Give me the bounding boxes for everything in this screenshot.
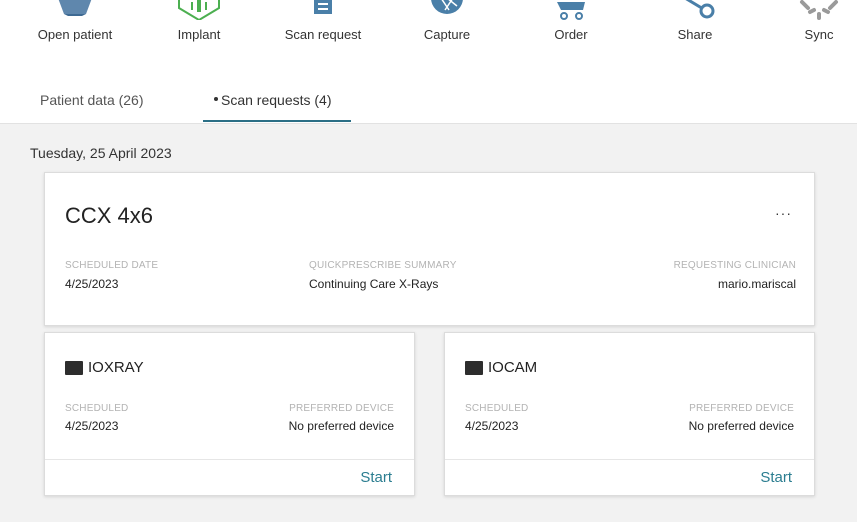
active-tab-dot-icon bbox=[214, 97, 218, 102]
requesting-clinician-value: mario.mariscal bbox=[717, 277, 796, 291]
start-ioxray-button[interactable]: Start bbox=[360, 469, 392, 486]
capture-button[interactable]: Capture bbox=[392, 0, 502, 60]
tab-bar: Patient data (26) Scan requests (4) bbox=[0, 60, 857, 124]
share-button[interactable]: Share bbox=[640, 0, 750, 60]
quickprescribe-summary-value: Continuing Care X-Rays bbox=[309, 277, 439, 291]
scheduled-date-value: 4/25/2023 bbox=[65, 277, 119, 291]
aperture-icon bbox=[427, 0, 467, 21]
cart-icon bbox=[553, 0, 589, 25]
scheduled-value: 4/25/2023 bbox=[465, 419, 519, 433]
tab-patient-data-label: Patient data (26) bbox=[40, 92, 144, 108]
preferred-device-value: No preferred device bbox=[688, 419, 794, 433]
sync-label: Sync bbox=[804, 27, 834, 42]
preferred-device-label: PREFERRED DEVICE bbox=[289, 403, 394, 414]
scheduled-label: SCHEDULED bbox=[465, 403, 529, 414]
preferred-device-label: PREFERRED DEVICE bbox=[689, 403, 794, 414]
device-card-ioxray: IOXRAY SCHEDULED 4/25/2023 PREFERRED DEV… bbox=[44, 332, 415, 496]
device-card-iocam: IOCAM SCHEDULED 4/25/2023 PREFERRED DEVI… bbox=[444, 332, 815, 496]
scan-requests-panel: Tuesday, 25 April 2023 CCX 4x6 ··· SCHED… bbox=[0, 124, 857, 522]
device-name: IOCAM bbox=[488, 359, 538, 376]
scan-request-label: Scan request bbox=[284, 27, 362, 42]
implant-label: Implant bbox=[177, 27, 221, 42]
open-patient-button[interactable]: Open patient bbox=[20, 0, 130, 60]
implant-button[interactable]: Implant bbox=[144, 0, 254, 60]
tab-scan-requests-label: Scan requests (4) bbox=[221, 92, 332, 108]
quickprescribe-summary-label: QUICKPRESCRIBE SUMMARY bbox=[309, 260, 457, 271]
tab-scan-requests[interactable]: Scan requests (4) bbox=[214, 92, 332, 120]
open-patient-label: Open patient bbox=[37, 27, 113, 42]
sync-button[interactable]: Sync bbox=[764, 0, 857, 60]
share-label: Share bbox=[677, 27, 713, 42]
scan-request-title: CCX 4x6 bbox=[65, 203, 154, 228]
toolbar: Open patient Implant Scan request Captur… bbox=[0, 0, 857, 60]
preferred-device-value: No preferred device bbox=[288, 419, 394, 433]
intraoral-camera-icon bbox=[465, 360, 483, 375]
scheduled-label: SCHEDULED bbox=[65, 403, 129, 414]
divider bbox=[45, 459, 414, 460]
document-icon bbox=[311, 0, 335, 21]
date-heading: Tuesday, 25 April 2023 bbox=[30, 145, 172, 161]
scan-request-card[interactable]: CCX 4x6 ··· SCHEDULED DATE 4/25/2023 QUI… bbox=[44, 172, 815, 326]
device-name: IOXRAY bbox=[88, 359, 144, 376]
tab-patient-data[interactable]: Patient data (26) bbox=[40, 92, 144, 120]
implant-icon bbox=[177, 0, 221, 25]
requesting-clinician-label: REQUESTING CLINICIAN bbox=[673, 260, 796, 271]
active-tab-indicator bbox=[203, 120, 351, 122]
start-iocam-button[interactable]: Start bbox=[760, 469, 792, 486]
capture-label: Capture bbox=[423, 27, 471, 42]
folder-icon bbox=[54, 0, 96, 21]
more-options-button[interactable]: ··· bbox=[775, 205, 792, 221]
scheduled-date-label: SCHEDULED DATE bbox=[65, 260, 159, 271]
scan-request-button[interactable]: Scan request bbox=[268, 0, 378, 60]
scheduled-value: 4/25/2023 bbox=[65, 419, 119, 433]
sync-spinner-icon bbox=[794, 0, 844, 25]
divider bbox=[445, 459, 814, 460]
xray-sensor-icon bbox=[65, 360, 83, 375]
order-label: Order bbox=[554, 27, 588, 42]
device-title: IOCAM bbox=[465, 359, 537, 376]
device-title: IOXRAY bbox=[65, 359, 144, 376]
order-button[interactable]: Order bbox=[516, 0, 626, 60]
share-icon bbox=[675, 0, 715, 25]
